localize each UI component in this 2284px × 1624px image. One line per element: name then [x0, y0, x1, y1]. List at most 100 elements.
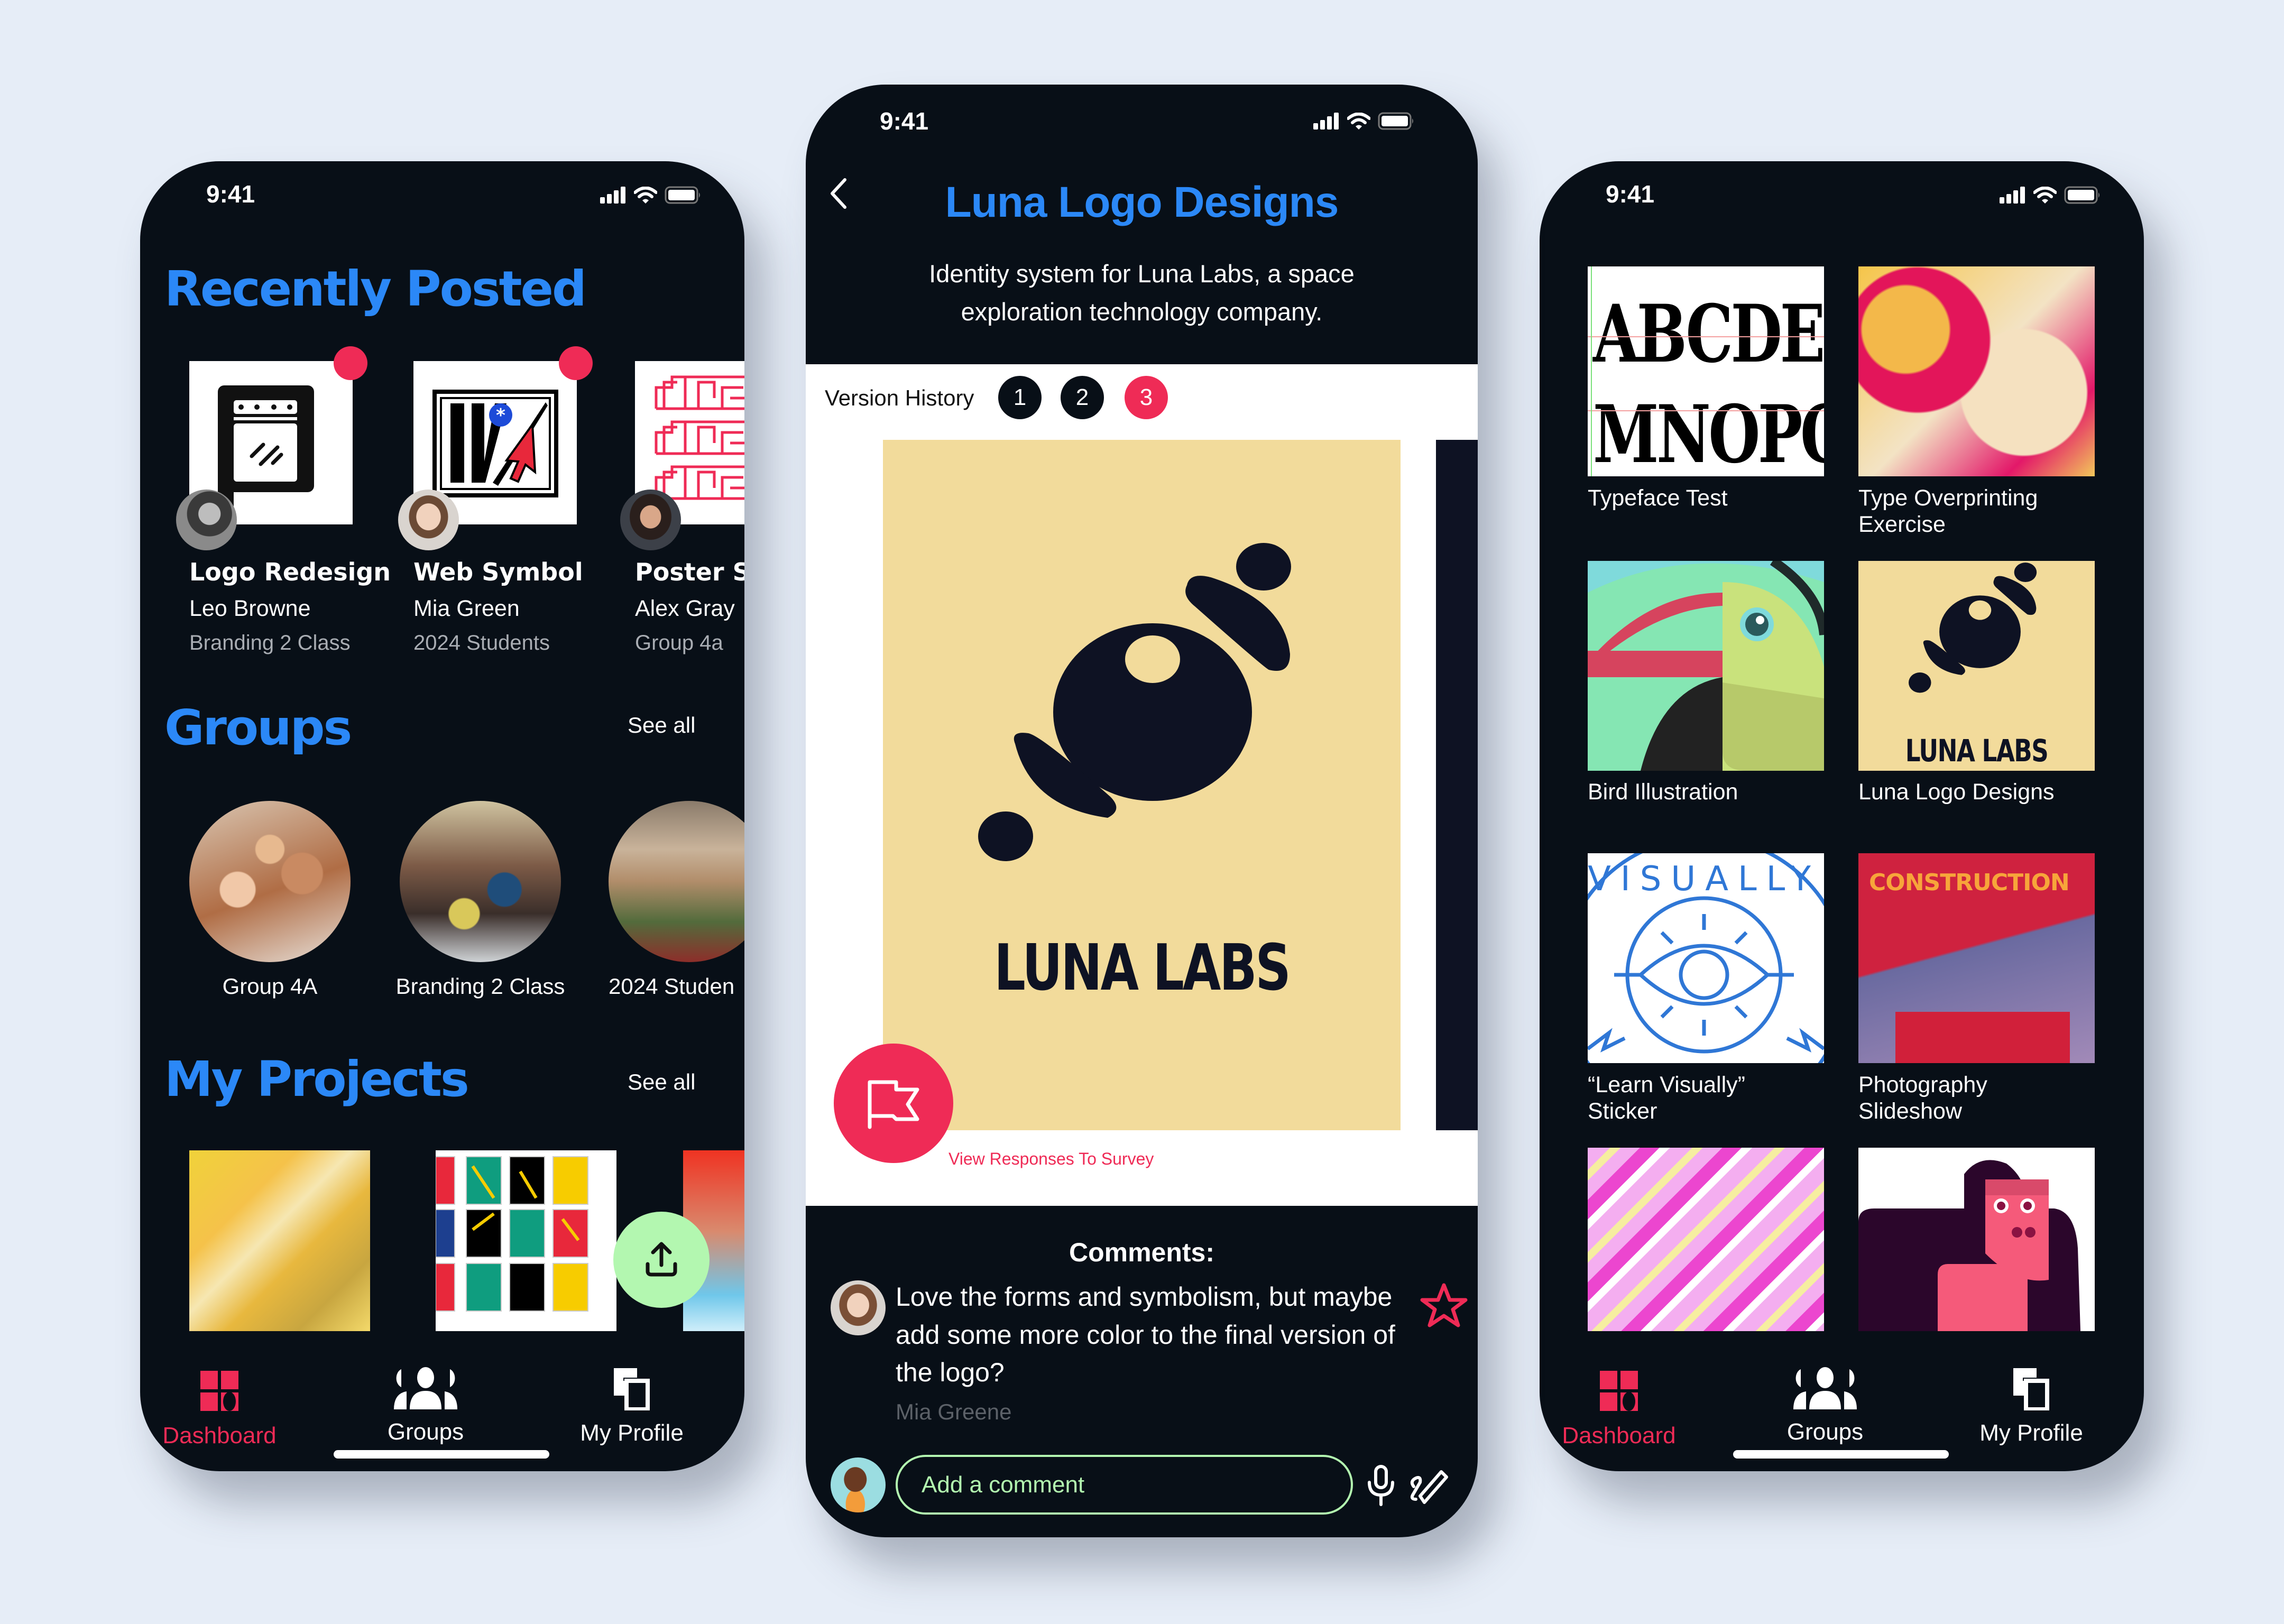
project-tile-photography-slideshow[interactable]: CONSTRUCTION [1858, 853, 2095, 1063]
typeface-specimen-row1: ABCDE [1593, 288, 1824, 381]
label-line: Typeface Test [1588, 485, 1728, 511]
battery-icon [665, 186, 700, 204]
nav-label: My Profile [580, 1420, 684, 1446]
group-label[interactable]: 2024 Studen [609, 974, 744, 999]
home-indicator[interactable] [334, 1450, 549, 1459]
home-indicator[interactable] [1733, 1450, 1949, 1459]
nav-groups[interactable]: Groups [346, 1367, 505, 1445]
status-time: 9:41 [1606, 180, 1655, 208]
wifi-icon [634, 187, 657, 204]
signal-icon [600, 187, 625, 204]
nav-dashboard[interactable]: Dashboard [140, 1371, 299, 1449]
groups-icon [394, 1367, 457, 1409]
avatar-current-user [831, 1457, 886, 1512]
comment-text-line1: Love the forms and symbolism, but maybe [896, 1282, 1393, 1312]
nav-label: My Profile [1979, 1420, 2083, 1446]
comment-text-line3: the logo? [896, 1358, 1005, 1387]
label-line: Photography [1858, 1072, 1987, 1097]
version-number: 3 [1139, 384, 1153, 410]
avatar-alex-gray[interactable] [620, 490, 681, 550]
post-title[interactable]: Web Symbol [413, 558, 583, 586]
status-time: 9:41 [206, 180, 255, 208]
group-avatar[interactable] [189, 801, 351, 962]
profile-icon [614, 1368, 650, 1410]
group-label[interactable]: Branding 2 Class [373, 974, 587, 999]
nav-my-profile[interactable]: My Profile [1952, 1367, 2111, 1446]
post-title[interactable]: Poster Se [635, 558, 744, 586]
phone-profile: 9:41 ABCDE MNOPQ Typeface Test Type Over… [1540, 161, 2144, 1471]
phone-dashboard: 9:41 Recently Posted Logo Redesign Leo B… [140, 161, 744, 1471]
version-button-2[interactable]: 2 [1061, 376, 1104, 419]
post-group: Branding 2 Class [189, 631, 351, 654]
comments-heading: Comments: [1069, 1238, 1215, 1267]
dashboard-icon [200, 1371, 238, 1411]
project-description-line2: exploration technology company. [961, 298, 1323, 326]
crane-structure [1895, 1012, 2070, 1063]
project-tile-gorilla-illustration[interactable] [1858, 1148, 2095, 1331]
project-tile-luna-logo[interactable]: LUNA LABS [1858, 561, 2095, 771]
sketch-pencil-icon[interactable] [1408, 1465, 1451, 1506]
project-tile-type-overprinting[interactable] [1858, 266, 2095, 476]
comment-text-line2: add some more color to the final version… [896, 1320, 1395, 1350]
phone-project-detail: 9:41 Luna Logo Designs Identity system f… [806, 85, 1478, 1537]
label-line: Luna Logo Designs [1858, 779, 2055, 805]
avatar-mia-greene[interactable] [831, 1280, 886, 1335]
project-tile-label: Luna Logo Designs [1858, 779, 2055, 805]
post-title[interactable]: Logo Redesign [189, 558, 391, 586]
logo-poster[interactable]: LUNA LABS [883, 440, 1401, 1130]
groups-heading: Groups [164, 699, 352, 756]
upload-icon [646, 1242, 677, 1277]
post-author: Leo Browne [189, 596, 311, 621]
groups-see-all-link[interactable]: See all [628, 713, 695, 738]
profile-icon [2013, 1368, 2049, 1410]
group-avatar[interactable] [609, 801, 744, 962]
label-line: Slideshow [1858, 1099, 1962, 1124]
version-button-1[interactable]: 1 [998, 376, 1042, 419]
avatar-mia-green[interactable] [398, 490, 459, 550]
project-tile-learn-visually-sticker[interactable]: VISUALLY [1588, 853, 1824, 1063]
toucan-illustration-icon [1588, 561, 1824, 771]
version-history-label: Version History [825, 385, 974, 410]
guide-line [1588, 336, 1824, 337]
group-label[interactable]: Group 4A [184, 974, 356, 999]
nav-groups[interactable]: Groups [1746, 1367, 1904, 1445]
comment-input-placeholder: Add a comment [922, 1472, 1085, 1498]
label-line: Bird Illustration [1588, 779, 1738, 805]
luna-labs-logo-icon [978, 543, 1291, 861]
upload-button[interactable] [613, 1212, 710, 1308]
post-author: Alex Gray [635, 596, 735, 621]
nav-label: Groups [1786, 1419, 1864, 1445]
eye-sticker-icon: VISUALLY [1588, 853, 1824, 1063]
geometric-collage-icon [436, 1156, 588, 1312]
comment-author: Mia Greene [896, 1399, 1012, 1424]
project-tile-label: “Learn Visually” Sticker [1588, 1072, 1745, 1124]
project-thumbnail[interactable] [189, 1150, 370, 1331]
star-favorite-icon[interactable] [1420, 1282, 1468, 1330]
version-button-3-active[interactable]: 3 [1125, 376, 1168, 419]
project-tile-geometric-pattern[interactable] [1588, 1148, 1824, 1331]
projects-see-all-link[interactable]: See all [628, 1069, 695, 1095]
unread-badge [559, 346, 593, 380]
comment-input[interactable]: Add a comment [896, 1455, 1353, 1515]
nav-label: Dashboard [162, 1423, 277, 1448]
project-thumbnail[interactable] [436, 1150, 616, 1331]
project-title: Luna Logo Designs [945, 178, 1339, 226]
group-avatar[interactable] [400, 801, 561, 962]
microphone-icon[interactable] [1366, 1464, 1396, 1507]
wifi-icon [2033, 187, 2057, 204]
label-line: Exercise [1858, 512, 1946, 537]
project-tile-typeface-test[interactable]: ABCDE MNOPQ [1588, 266, 1824, 476]
nav-dashboard[interactable]: Dashboard [1540, 1371, 1698, 1449]
project-tile-bird-illustration[interactable] [1588, 561, 1824, 771]
next-poster-peek[interactable] [1436, 440, 1478, 1130]
view-survey-responses-link[interactable]: View Responses To Survey [948, 1149, 1154, 1169]
avatar-leo-browne[interactable] [176, 490, 237, 550]
version-number: 2 [1075, 384, 1089, 410]
status-icons [2000, 186, 2101, 204]
signal-icon [2000, 187, 2025, 204]
label-line: Sticker [1588, 1099, 1657, 1124]
luna-labs-logo-icon [1909, 562, 2037, 693]
survey-flag-button[interactable] [834, 1044, 953, 1163]
nav-my-profile[interactable]: My Profile [552, 1367, 711, 1446]
construction-text: CONSTRUCTION [1869, 869, 2070, 896]
